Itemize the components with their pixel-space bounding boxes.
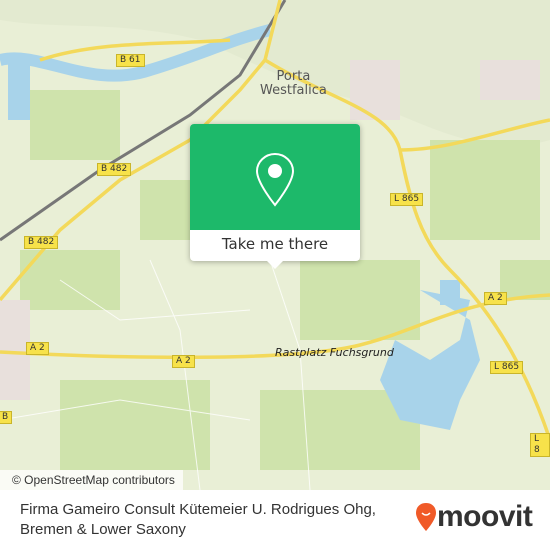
- place-label: Porta Westfalica: [260, 70, 327, 98]
- road-label: L 865: [490, 361, 524, 374]
- place-line: Westfalica: [260, 83, 327, 98]
- road-label: B 482: [97, 163, 132, 176]
- road-label: B 61: [116, 54, 145, 67]
- place-title: Firma Gameiro Consult Kütemeier U. Rodri…: [20, 500, 376, 540]
- road-label: A 2: [484, 292, 507, 305]
- location-popup: Take me there: [190, 124, 360, 269]
- road-label: L 865: [390, 193, 424, 206]
- road-label: A 2: [172, 355, 195, 368]
- logo-text: moovit: [437, 500, 533, 533]
- moovit-pin-icon: [416, 503, 436, 531]
- map-attribution[interactable]: © OpenStreetMap contributors: [0, 470, 183, 490]
- popup-header: [190, 124, 360, 230]
- map-pin-icon: [255, 152, 295, 207]
- road-label: B 482: [24, 236, 59, 249]
- take-me-there-button[interactable]: Take me there: [190, 230, 360, 261]
- title-line: Firma Gameiro Consult Kütemeier U. Rodri…: [20, 501, 376, 518]
- moovit-logo[interactable]: moovit: [415, 500, 533, 534]
- road-label: L 8: [530, 433, 550, 457]
- title-line: Bremen & Lower Saxony: [20, 521, 186, 538]
- road-label: A 2: [26, 342, 49, 355]
- poi-label: Rastplatz Fuchsgrund: [275, 346, 394, 359]
- popup-pointer: [267, 261, 283, 269]
- road-label: B: [0, 411, 13, 424]
- place-line: Porta: [276, 69, 311, 84]
